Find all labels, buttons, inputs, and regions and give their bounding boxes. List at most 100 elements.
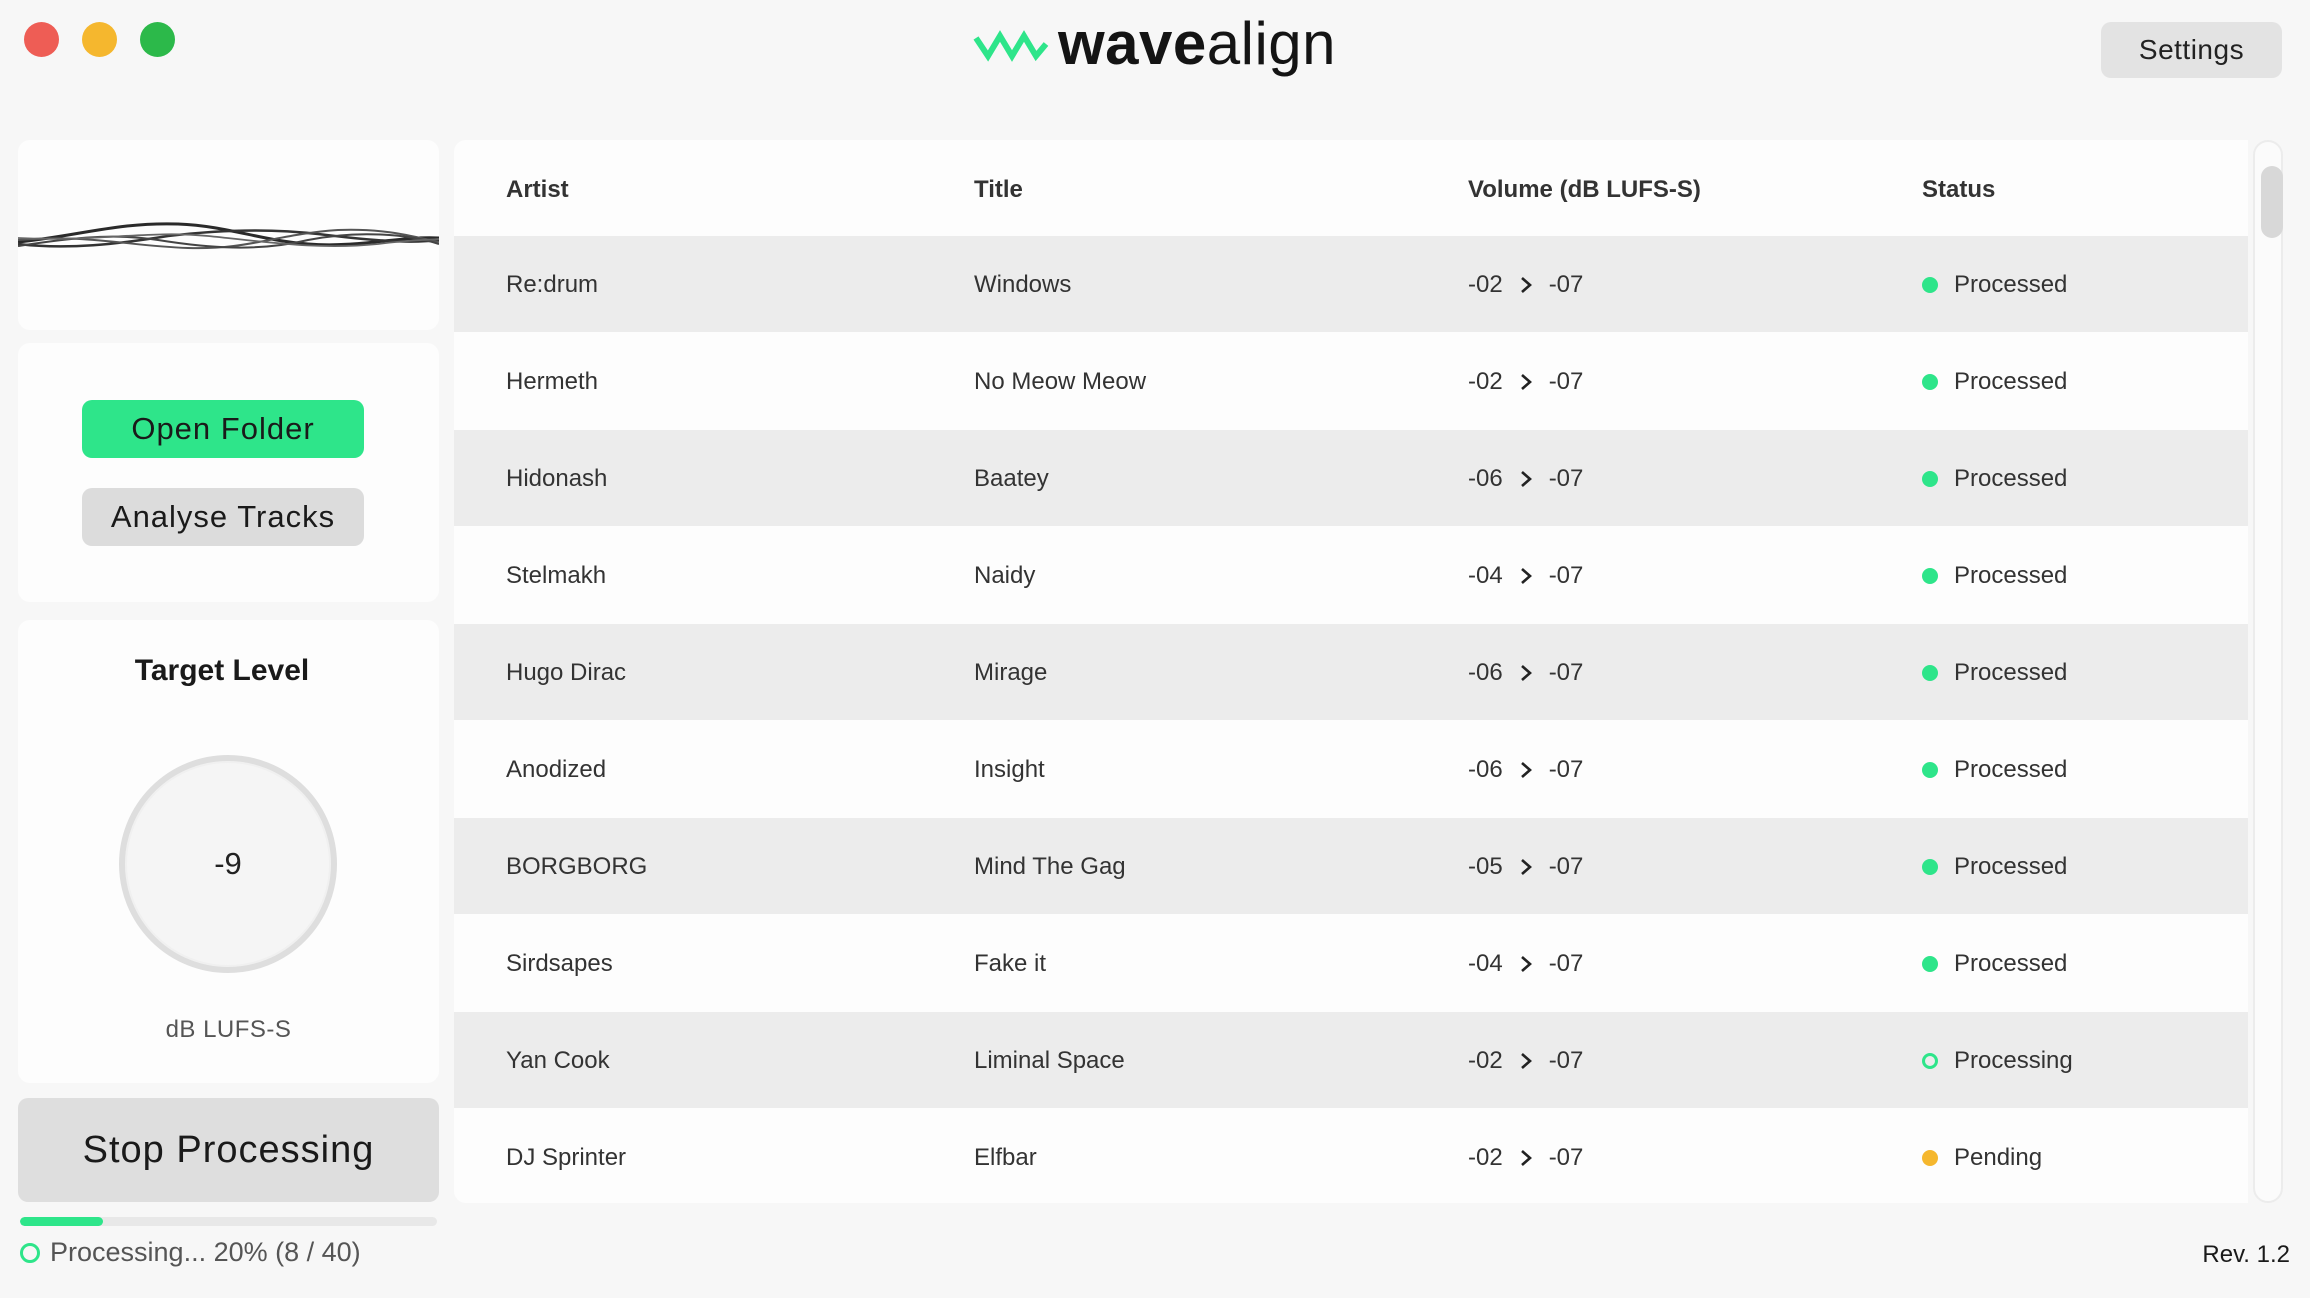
volume-from: -05 xyxy=(1468,853,1503,880)
progress-bar xyxy=(20,1217,437,1226)
status-label: Processed xyxy=(1954,368,2068,395)
table-row[interactable]: Hugo Dirac Mirage -06 -07 Processed xyxy=(454,624,2248,720)
volume-from: -04 xyxy=(1468,950,1503,977)
cell-volume: -05 -07 xyxy=(1468,853,1583,881)
open-folder-button[interactable]: Open Folder xyxy=(82,400,364,458)
header-status[interactable]: Status xyxy=(1922,176,1995,204)
cell-artist: Hidonash xyxy=(506,465,608,492)
chevron-right-icon xyxy=(1520,859,1532,875)
volume-to: -07 xyxy=(1548,950,1584,977)
cell-artist: Re:drum xyxy=(506,271,599,298)
table-row[interactable]: Yan Cook Liminal Space -02 -07 Processing xyxy=(454,1012,2248,1108)
table-row[interactable]: Re:drum Windows -02 -07 Processed xyxy=(454,236,2248,332)
status-label: Processed xyxy=(1954,659,2068,686)
scrollbar-thumb[interactable] xyxy=(2261,166,2283,238)
status-label: Processed xyxy=(1954,756,2068,783)
waveform-graphic xyxy=(18,222,439,250)
target-level-title: Target Level xyxy=(134,654,310,687)
close-window-button[interactable] xyxy=(24,22,59,57)
volume-to: -07 xyxy=(1548,368,1584,395)
settings-button[interactable]: Settings xyxy=(2101,22,2282,78)
cell-status: Processed xyxy=(1922,562,2067,590)
cell-title: Baatey xyxy=(974,465,1049,492)
cell-status: Processed xyxy=(1922,465,2067,493)
table-scrollbar[interactable] xyxy=(2248,140,2286,1203)
table-row[interactable]: Hermeth No Meow Meow -02 -07 Processed xyxy=(454,333,2248,429)
volume-from: -06 xyxy=(1468,465,1503,492)
status-processed-icon xyxy=(1922,568,1938,584)
table-row[interactable]: Hidonash Baatey -06 -07 Processed xyxy=(454,430,2248,526)
chevron-right-icon xyxy=(1520,568,1532,584)
progress-status: Processing... 20% (8 / 40) xyxy=(20,1237,361,1268)
stop-processing-button[interactable]: Stop Processing xyxy=(18,1098,439,1202)
header-volume[interactable]: Volume (dB LUFS-S) xyxy=(1468,176,1701,204)
cell-artist: Stelmakh xyxy=(506,562,607,589)
volume-to: -07 xyxy=(1548,853,1584,880)
cell-status: Processed xyxy=(1922,368,2067,396)
cell-status: Processed xyxy=(1922,950,2067,978)
table-row[interactable]: Stelmakh Naidy -04 -07 Processed xyxy=(454,527,2248,623)
volume-to: -07 xyxy=(1548,756,1584,783)
volume-from: -02 xyxy=(1468,1144,1503,1171)
cell-volume: -02 -07 xyxy=(1468,271,1583,299)
chevron-right-icon xyxy=(1520,1150,1532,1166)
minimize-window-button[interactable] xyxy=(82,22,117,57)
cell-artist: Anodized xyxy=(506,756,607,783)
waveform-preview xyxy=(18,140,439,330)
cell-title: Mirage xyxy=(974,659,1048,686)
cell-status: Pending xyxy=(1922,1144,2042,1172)
target-level-panel: Target Level -9 dB LUFS-S xyxy=(18,620,439,1083)
processing-ring-icon xyxy=(20,1242,40,1263)
chevron-right-icon xyxy=(1520,762,1532,778)
volume-to: -07 xyxy=(1548,465,1584,492)
cell-artist: Hugo Dirac xyxy=(506,659,627,686)
cell-status: Processed xyxy=(1922,853,2067,881)
cell-volume: -04 -07 xyxy=(1468,950,1583,978)
analyse-tracks-button[interactable]: Analyse Tracks xyxy=(82,488,364,546)
window-controls xyxy=(24,22,175,57)
chevron-right-icon xyxy=(1520,374,1532,390)
chevron-right-icon xyxy=(1520,956,1532,972)
status-label: Processing xyxy=(1954,1047,2073,1074)
cell-title: Naidy xyxy=(974,562,1036,589)
status-processed-icon xyxy=(1922,374,1938,390)
cell-volume: -02 -07 xyxy=(1468,1047,1583,1075)
chevron-right-icon xyxy=(1520,471,1532,487)
status-processed-icon xyxy=(1922,665,1938,681)
status-processed-icon xyxy=(1922,471,1938,487)
actions-panel: Open Folder Analyse Tracks xyxy=(18,343,439,602)
status-label: Processed xyxy=(1954,271,2068,298)
cell-volume: -06 -07 xyxy=(1468,659,1583,687)
table-row[interactable]: Sirdsapes Fake it -04 -07 Processed xyxy=(454,915,2248,1011)
table-row[interactable]: BORGBORG Mind The Gag -05 -07 Processed xyxy=(454,818,2248,914)
table-row[interactable]: DJ Sprinter Elfbar -02 -07 Pending xyxy=(454,1109,2248,1203)
app-logo: wavealign xyxy=(972,14,1336,74)
cell-title: Elfbar xyxy=(974,1144,1037,1171)
cell-volume: -06 -07 xyxy=(1468,465,1583,493)
cell-title: No Meow Meow xyxy=(974,368,1147,395)
volume-to: -07 xyxy=(1548,271,1584,298)
app-name: wavealign xyxy=(1058,14,1336,74)
scrollbar-track[interactable] xyxy=(2253,140,2283,1203)
cell-artist: DJ Sprinter xyxy=(506,1144,627,1171)
cell-volume: -02 -07 xyxy=(1468,1144,1583,1172)
cell-artist: BORGBORG xyxy=(506,853,648,880)
tracks-table: Artist Title Volume (dB LUFS-S) Status R… xyxy=(454,140,2284,1203)
app-name-bold: wave xyxy=(1058,10,1207,77)
cell-volume: -06 -07 xyxy=(1468,756,1583,784)
cell-artist: Sirdsapes xyxy=(506,950,613,977)
progress-bar-fill xyxy=(20,1217,104,1226)
zoom-window-button[interactable] xyxy=(140,22,175,57)
volume-from: -02 xyxy=(1468,1047,1503,1074)
header-title[interactable]: Title xyxy=(974,176,1023,204)
cell-title: Liminal Space xyxy=(974,1047,1125,1074)
target-level-unit: dB LUFS-S xyxy=(165,1016,292,1043)
table-row[interactable]: Anodized Insight -06 -07 Processed xyxy=(454,721,2248,817)
wave-logo-icon xyxy=(973,30,1049,62)
volume-to: -07 xyxy=(1548,562,1584,589)
target-level-knob[interactable]: -9 xyxy=(119,755,337,973)
cell-status: Processed xyxy=(1922,659,2067,687)
status-processing-icon xyxy=(1922,1053,1938,1069)
header-artist[interactable]: Artist xyxy=(506,176,569,204)
cell-title: Fake it xyxy=(974,950,1047,977)
